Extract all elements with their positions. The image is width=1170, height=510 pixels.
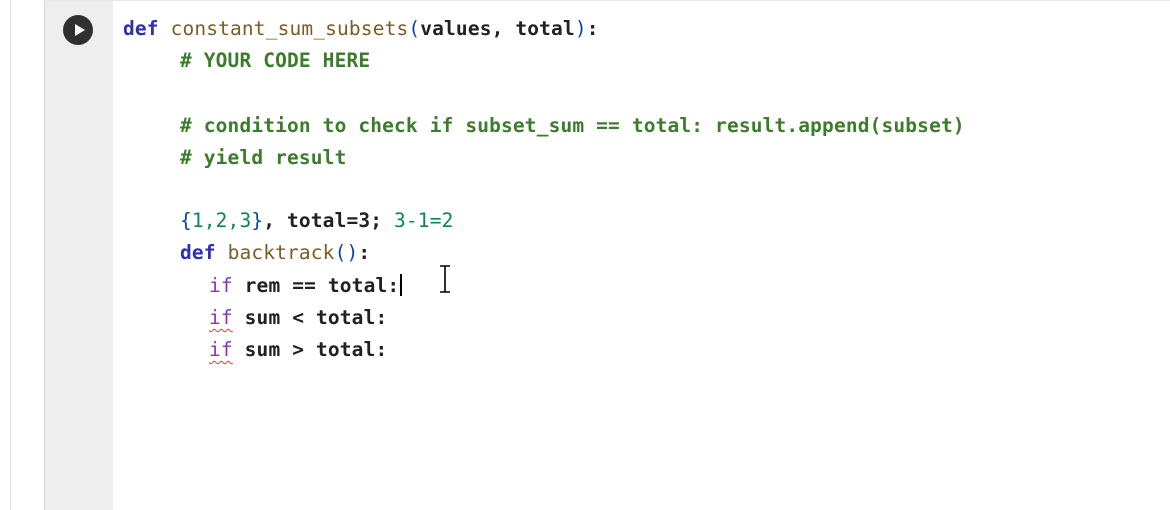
- keyword-if: if: [209, 274, 233, 297]
- keyword-if: if: [209, 306, 233, 329]
- brace-open: {: [180, 209, 192, 232]
- keyword-def: def: [180, 241, 216, 264]
- notebook-page: def constant_sum_subsets(values, total):…: [0, 0, 1170, 510]
- code-line-8: if sum < total:: [209, 306, 387, 330]
- keyword-if: if: [209, 338, 233, 361]
- code-line-6: def backtrack():: [180, 241, 370, 265]
- function-name: constant_sum_subsets: [170, 17, 409, 40]
- cell-gutter: [45, 1, 113, 510]
- paren-close: ): [574, 17, 587, 40]
- expression: 3-1=2: [394, 209, 454, 232]
- text-caret: [400, 274, 403, 296]
- code-cell[interactable]: def constant_sum_subsets(values, total):…: [44, 0, 1170, 510]
- code-line-5: {1,2,3}, total=3; 3-1=2: [180, 209, 453, 233]
- colon: :: [586, 17, 599, 40]
- condition: sum < total:: [244, 306, 388, 329]
- colon: :: [358, 241, 371, 264]
- parens: (): [334, 241, 359, 264]
- play-icon: [75, 24, 85, 36]
- function-args: values, total: [420, 17, 575, 40]
- keyword-def: def: [123, 17, 159, 40]
- function-name: backtrack: [227, 241, 335, 264]
- code-line-2: # YOUR CODE HERE: [180, 49, 371, 72]
- code-line-9: if sum > total:: [209, 338, 387, 362]
- code-line-4: # yield result: [180, 146, 347, 169]
- code-editor[interactable]: def constant_sum_subsets(values, total):…: [113, 1, 1170, 510]
- condition: rem == total:: [244, 274, 400, 297]
- code-line-1: def constant_sum_subsets(values, total):: [123, 17, 599, 41]
- brace-close: }: [251, 209, 264, 232]
- condition: sum > total:: [244, 338, 388, 361]
- run-cell-button[interactable]: [63, 15, 93, 45]
- paren-open: (: [408, 17, 421, 40]
- code-line-7: if rem == total:: [209, 274, 403, 298]
- code-line-3: # condition to check if subset_sum == to…: [180, 114, 965, 137]
- page-left-margin: [0, 0, 11, 510]
- text-cursor-icon: [440, 265, 450, 293]
- total-assignment: , total=3;: [263, 209, 395, 232]
- set-numbers: 1,2,3: [191, 209, 252, 232]
